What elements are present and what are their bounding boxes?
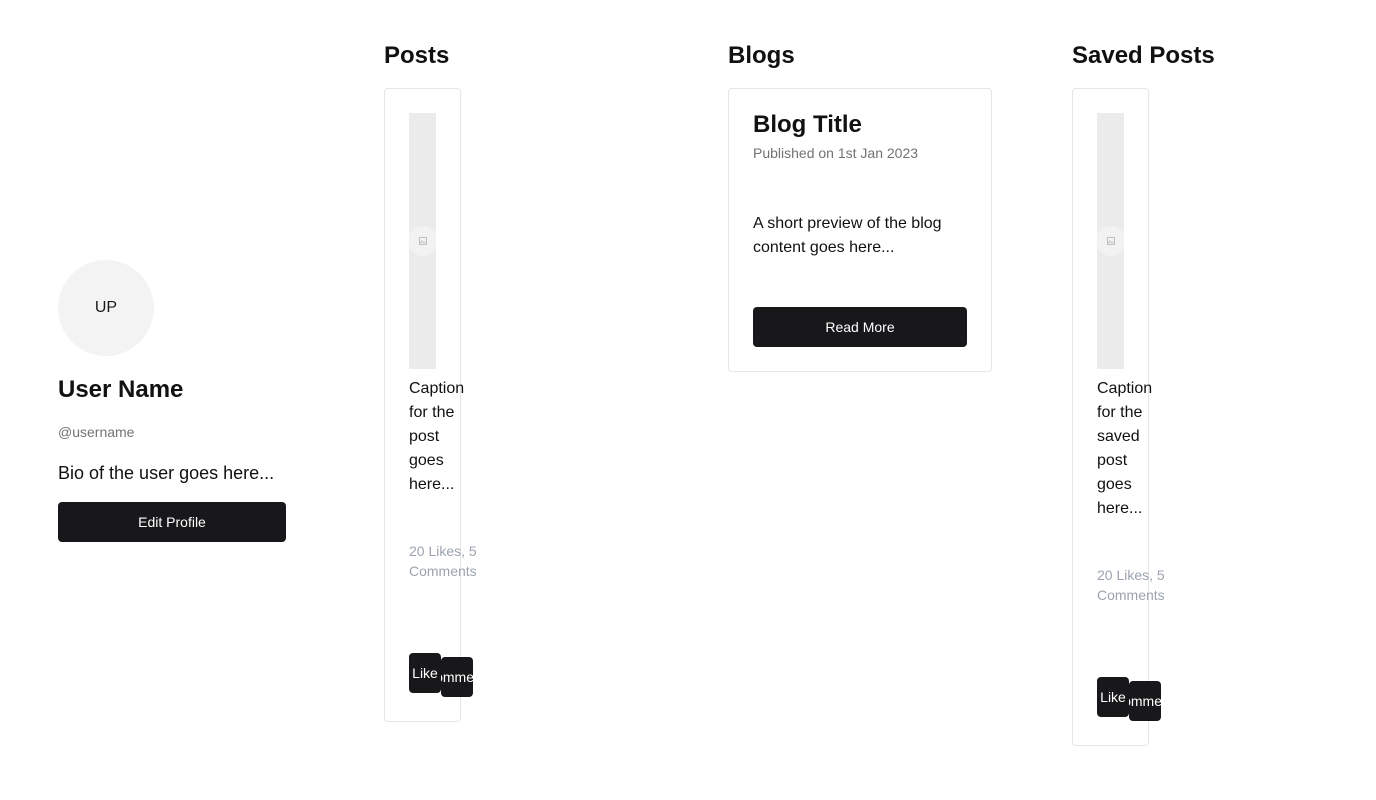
post-card: Caption for the post goes here... 20 Lik…	[384, 88, 477, 722]
saved-comment-button[interactable]: Comment	[1129, 681, 1161, 721]
edit-profile-button[interactable]: Edit Profile	[58, 502, 286, 542]
avatar-initials: UP	[94, 299, 118, 316]
user-bio: Bio of the user goes here...	[58, 463, 275, 483]
blog-published-date: Published on 1st Jan 2023	[753, 145, 919, 161]
username-handle: @username	[58, 424, 135, 440]
like-button[interactable]: Like	[409, 653, 441, 693]
saved-post-caption: Caption for the saved post goes here...	[1097, 380, 1153, 517]
post-caption: Caption for the post goes here...	[409, 380, 465, 493]
saved-post-image	[1097, 113, 1124, 369]
image-icon	[1104, 234, 1118, 248]
blog-card: Blog Title Published on 1st Jan 2023 A s…	[728, 88, 992, 372]
comment-button[interactable]: Comment	[441, 657, 473, 697]
blog-title: Blog Title	[753, 111, 862, 138]
profile-panel: UP User Name @username Bio of the user g…	[58, 260, 286, 542]
saved-like-label: Like	[1100, 689, 1126, 705]
saved-post-card: Caption for the saved post goes here... …	[1072, 88, 1165, 746]
post-image	[409, 113, 436, 369]
post-stats: 20 Likes, 5 Comments	[409, 521, 489, 581]
read-more-button[interactable]: Read More	[753, 307, 967, 347]
image-icon	[416, 234, 430, 248]
saved-like-button[interactable]: Like	[1097, 677, 1129, 717]
blogs-heading: Blogs	[728, 42, 795, 69]
user-name: User Name	[58, 376, 184, 403]
comment-label: Comment	[441, 669, 473, 685]
post-stats-text: 20 Likes, 5 Comments	[409, 543, 477, 579]
saved-comment-label: Comment	[1129, 693, 1161, 709]
like-label: Like	[412, 665, 438, 681]
saved-post-stats-text: 20 Likes, 5 Comments	[1097, 567, 1165, 603]
saved-posts-heading: Saved Posts	[1072, 42, 1215, 69]
profile-page: UP User Name @username Bio of the user g…	[0, 0, 1376, 800]
blog-preview: A short preview of the blog content goes…	[753, 215, 942, 256]
saved-post-stats: 20 Likes, 5 Comments	[1097, 545, 1177, 605]
posts-heading: Posts	[384, 42, 450, 69]
avatar: UP	[58, 260, 154, 356]
